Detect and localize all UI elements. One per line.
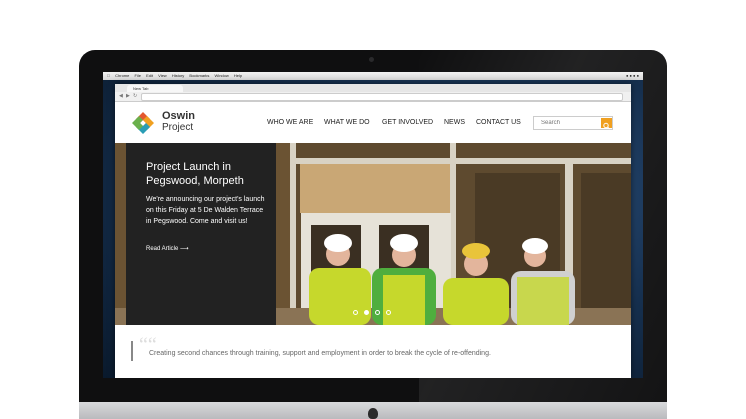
os-menubar:  Chrome File Edit View History Bookmark… (103, 72, 643, 80)
menu-view[interactable]: View (158, 73, 167, 78)
hero-caption: Project Launch in Pegswood, Morpeth We'r… (126, 143, 276, 325)
menu-file[interactable]: File (134, 73, 140, 78)
browser-window: New Tab ◀ ▶ ↻ Oswin Project WHO WE ARE W… (115, 84, 631, 378)
menu-chrome[interactable]: Chrome (115, 73, 129, 78)
status-icons: ● ● ● ● (626, 73, 639, 78)
address-bar: ◀ ▶ ↻ (115, 92, 631, 102)
nav-contact-us[interactable]: CONTACT US (476, 119, 521, 126)
search-input[interactable] (534, 117, 605, 129)
slider-dot[interactable] (386, 310, 391, 315)
search-button[interactable] (601, 118, 612, 130)
hero-body: We're announcing our project's launch on… (146, 196, 265, 225)
menu-window[interactable]: Window (215, 73, 229, 78)
menu-bookmarks[interactable]: Bookmarks (189, 73, 209, 78)
nav-news[interactable]: NEWS (444, 119, 465, 126)
forward-icon[interactable]: ▶ (126, 93, 130, 100)
slider-dot[interactable] (375, 310, 380, 315)
url-field[interactable] (141, 93, 623, 101)
search-icon (603, 122, 610, 130)
menu-edit[interactable]: Edit (146, 73, 153, 78)
quote-text: Creating second chances through training… (149, 350, 491, 357)
back-icon[interactable]: ◀ (119, 93, 123, 100)
read-article-link[interactable]: Read Article ⟶ (146, 245, 189, 252)
search-box (533, 116, 613, 130)
hero-slider: Project Launch in Pegswood, Morpeth We'r… (115, 143, 631, 325)
tab-title: New Tab (133, 86, 149, 91)
screen:  Chrome File Edit View History Bookmark… (103, 72, 643, 378)
site-header: Oswin Project WHO WE ARE WHAT WE DO GET … (115, 102, 631, 142)
reload-icon[interactable]: ↻ (133, 93, 137, 100)
logo-mark-icon (132, 112, 154, 134)
camera (369, 57, 374, 62)
nav-who-we-are[interactable]: WHO WE ARE (267, 119, 313, 126)
logo-line1: Oswin (162, 110, 196, 122)
menu-history[interactable]: History (172, 73, 184, 78)
logo-line2: Project (162, 122, 194, 133)
hero-title: Project Launch in Pegswood, Morpeth (146, 161, 244, 187)
apple-logo-icon (368, 408, 378, 419)
slider-dot-active[interactable] (364, 310, 369, 315)
apple-menu-icon[interactable]:  (107, 73, 110, 78)
menu-help[interactable]: Help (234, 73, 242, 78)
nav-what-we-do[interactable]: WHAT WE DO (324, 119, 370, 126)
nav-get-involved[interactable]: GET INVOLVED (382, 119, 433, 126)
mission-quote: ““ Creating second chances through train… (115, 325, 631, 378)
website: Oswin Project WHO WE ARE WHAT WE DO GET … (115, 102, 631, 378)
quote-bar (131, 341, 133, 361)
site-logo[interactable]: Oswin Project (130, 110, 220, 136)
browser-tab[interactable]: New Tab (127, 85, 183, 92)
tab-bar: New Tab (115, 84, 631, 92)
slider-dot[interactable] (353, 310, 358, 315)
